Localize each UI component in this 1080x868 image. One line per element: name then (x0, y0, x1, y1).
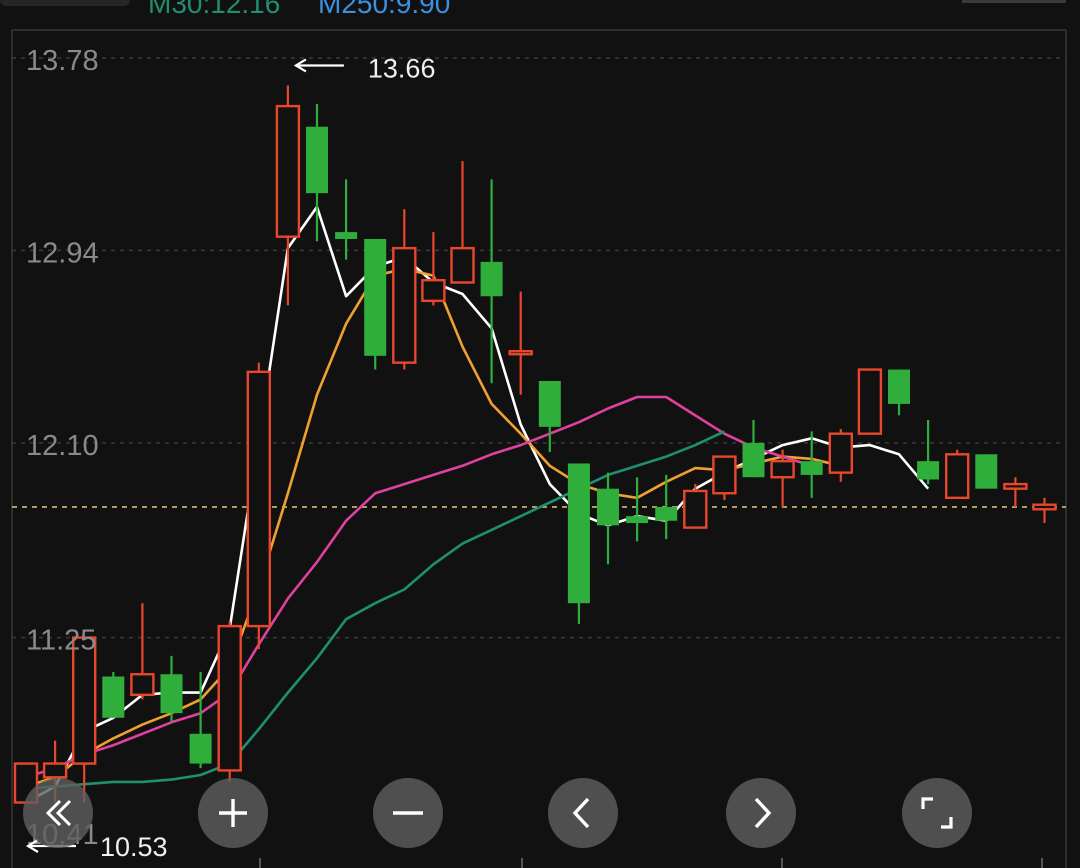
candle (335, 179, 358, 260)
candle-body (655, 506, 678, 521)
candle-body (538, 381, 561, 427)
candle-body (1003, 482, 1028, 490)
minus-icon (393, 811, 423, 815)
candles (13, 85, 1057, 804)
candle (306, 103, 328, 242)
x-axis-ticks (259, 858, 1043, 868)
candle (888, 369, 910, 416)
candle (450, 161, 475, 284)
candle (857, 368, 883, 435)
candle-body (597, 488, 619, 526)
candle-body (917, 461, 940, 480)
gridlines (11, 29, 1067, 868)
candle (246, 362, 272, 650)
candle (508, 291, 533, 395)
candle (364, 238, 387, 370)
candle (275, 85, 301, 306)
candlestick-chart[interactable]: 13.7812.9412.1011.2510.41 13.6610.53 (0, 0, 1080, 868)
chevron-left-icon (572, 797, 590, 829)
candle (421, 232, 446, 306)
ma-line-2 (25, 395, 813, 779)
candle-body (392, 246, 417, 364)
candle-body (450, 246, 475, 284)
zoom-in-button[interactable] (198, 778, 268, 848)
candle-body (508, 350, 533, 356)
candle-body (975, 454, 998, 489)
candle-body (800, 461, 823, 475)
double-chevron-left-icon (45, 799, 72, 827)
prev-button[interactable] (548, 778, 618, 848)
candle (392, 209, 417, 370)
candle-body (189, 733, 212, 764)
y-tick-label: 12.10 (26, 430, 99, 462)
candle (160, 655, 183, 723)
candle (975, 454, 998, 489)
candle (945, 449, 970, 500)
candle-body (421, 279, 446, 303)
candle (917, 419, 940, 485)
candle (1032, 497, 1057, 524)
candle-body (857, 368, 883, 435)
next-button[interactable] (726, 778, 796, 848)
candle-body (335, 232, 358, 239)
ma-line-3 (25, 430, 725, 791)
candle-body (217, 624, 242, 772)
candle (712, 455, 737, 501)
candle (567, 463, 590, 624)
y-tick-label: 13.78 (26, 45, 99, 77)
candle (597, 472, 619, 565)
candle-body (828, 432, 853, 474)
candle-body (275, 104, 301, 238)
candle (189, 671, 212, 769)
candle (683, 484, 708, 529)
fullscreen-button[interactable] (902, 778, 972, 848)
y-tick-label: 12.94 (26, 237, 99, 269)
candle-body (683, 489, 708, 529)
candle-body (1032, 503, 1057, 511)
candle-body (130, 673, 155, 697)
candle-body (567, 463, 590, 604)
candle (1003, 477, 1028, 507)
scroll-left-button[interactable] (23, 778, 93, 848)
candle-body (626, 516, 649, 524)
candle-body (246, 370, 272, 628)
candle-body (712, 455, 737, 495)
min-price-label: 10.53 (100, 832, 168, 862)
candle (828, 429, 853, 482)
candle-body (160, 674, 183, 714)
candle-body (888, 369, 910, 404)
candle (626, 477, 649, 542)
candle-body (770, 459, 795, 479)
candle-body (945, 453, 970, 500)
candle-body (42, 762, 68, 779)
candle (742, 419, 765, 478)
candle (71, 636, 97, 803)
candle (102, 671, 125, 718)
candle-body (742, 442, 765, 478)
ma-line-1 (25, 267, 842, 788)
y-tick-label: 11.25 (26, 625, 96, 657)
zoom-out-button[interactable] (373, 778, 443, 848)
candle-body (306, 126, 328, 194)
chevron-right-icon (754, 797, 772, 829)
candle-body (102, 676, 125, 718)
candle (538, 381, 561, 453)
plus-icon (219, 799, 247, 827)
max-price-label: 13.66 (368, 53, 436, 83)
fullscreen-icon (921, 797, 953, 829)
candle-body (364, 238, 387, 356)
candle (130, 603, 155, 700)
candle (217, 621, 242, 782)
candle-body (480, 261, 503, 297)
